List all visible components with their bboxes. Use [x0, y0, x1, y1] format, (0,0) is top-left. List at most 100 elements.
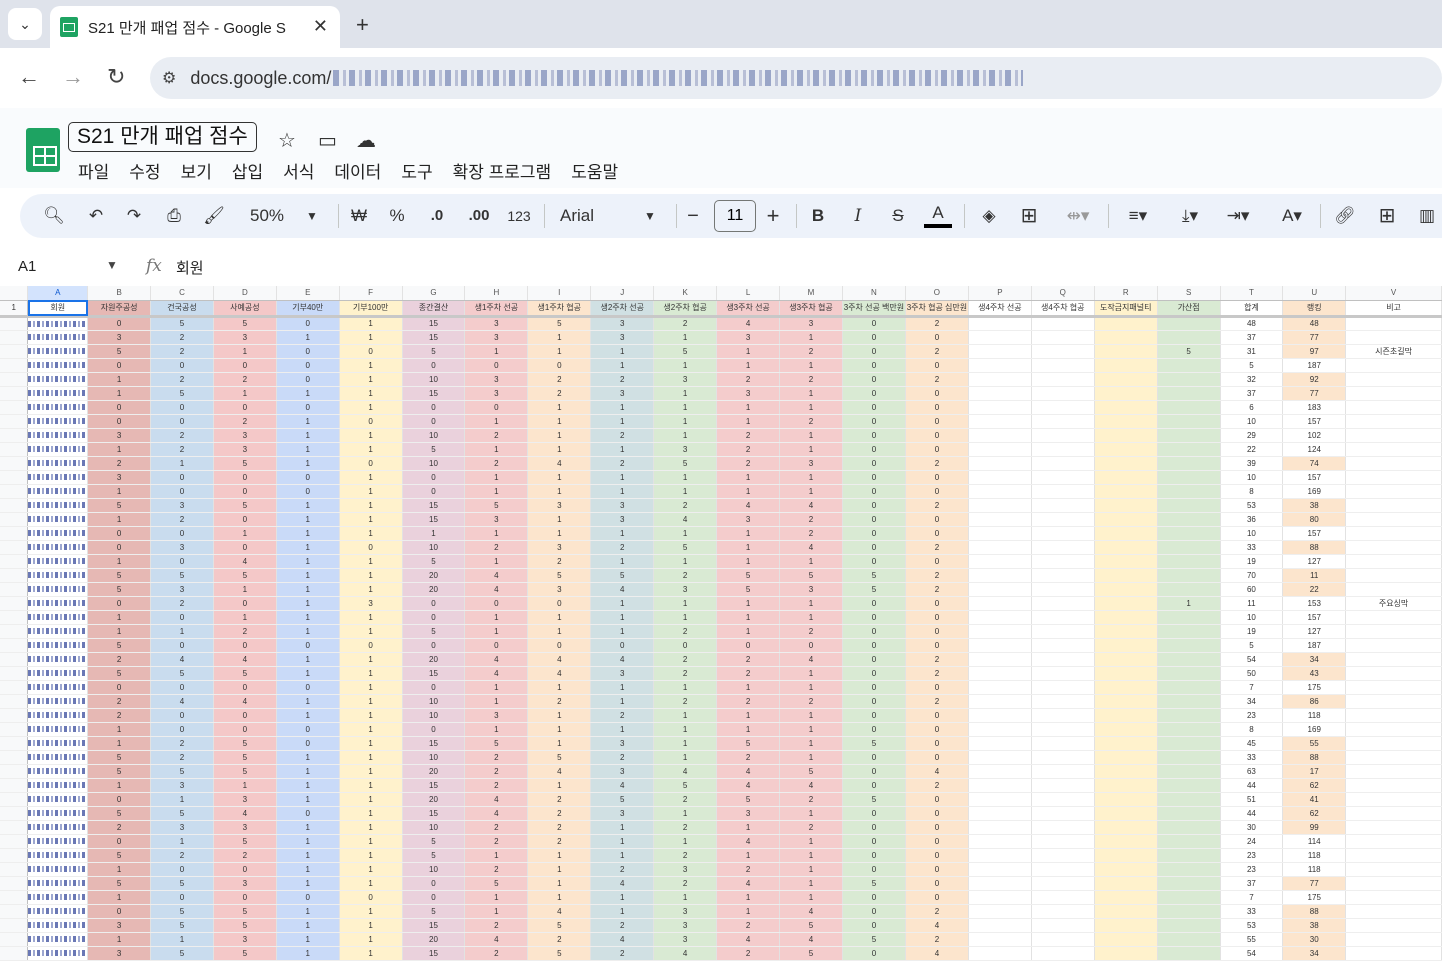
table-cell[interactable]	[1345, 386, 1442, 401]
table-cell[interactable]: 20	[402, 764, 466, 779]
table-cell[interactable]: 5	[87, 666, 152, 681]
table-cell[interactable]: 114	[1282, 834, 1347, 849]
table-cell[interactable]: 1	[653, 484, 718, 499]
table-cell[interactable]: 36	[1220, 512, 1284, 527]
table-cell[interactable]: 5	[402, 904, 466, 919]
column-header[interactable]: A	[27, 286, 89, 301]
table-cell[interactable]	[1031, 484, 1095, 499]
table-cell[interactable]: 1	[464, 624, 529, 639]
table-cell[interactable]: 15	[402, 946, 466, 961]
row-number[interactable]	[0, 428, 29, 443]
table-cell[interactable]	[968, 624, 1032, 639]
table-cell[interactable]: 0	[842, 918, 906, 933]
table-cell[interactable]: 10	[402, 862, 466, 877]
table-cell[interactable]	[968, 666, 1032, 681]
table-cell[interactable]	[968, 372, 1032, 387]
header-cell[interactable]: 생2주차 협공	[653, 300, 718, 318]
table-cell[interactable]: 1	[87, 554, 152, 569]
table-cell[interactable]	[1094, 316, 1158, 331]
table-cell[interactable]: 34	[1220, 694, 1284, 709]
table-cell[interactable]: 1	[716, 484, 781, 499]
table-cell[interactable]: 2	[150, 330, 214, 345]
row-number[interactable]	[0, 638, 29, 653]
table-cell[interactable]	[968, 554, 1032, 569]
table-cell[interactable]	[1094, 750, 1158, 765]
table-cell[interactable]: 2	[905, 582, 969, 597]
table-cell[interactable]: 3	[590, 666, 655, 681]
table-cell[interactable]	[1094, 890, 1158, 905]
member-cell-redacted[interactable]	[27, 386, 89, 401]
table-cell[interactable]: 3	[653, 372, 718, 387]
table-cell[interactable]: 0	[276, 638, 340, 653]
table-cell[interactable]: 0	[905, 484, 969, 499]
table-cell[interactable]: 0	[464, 400, 529, 415]
table-cell[interactable]	[1031, 750, 1095, 765]
table-cell[interactable]	[1345, 778, 1442, 793]
table-cell[interactable]: 1	[150, 456, 214, 471]
member-cell-redacted[interactable]	[27, 372, 89, 387]
table-cell[interactable]: 0	[842, 428, 906, 443]
table-cell[interactable]: 62	[1282, 806, 1347, 821]
table-cell[interactable]	[1345, 820, 1442, 835]
table-cell[interactable]	[1157, 386, 1221, 401]
member-cell-redacted[interactable]	[27, 652, 89, 667]
table-cell[interactable]: 5	[213, 750, 277, 765]
name-box[interactable]: A1	[18, 258, 36, 275]
table-cell[interactable]: 1	[527, 484, 592, 499]
table-cell[interactable]: 4	[779, 932, 843, 947]
table-cell[interactable]: 4	[464, 666, 529, 681]
table-cell[interactable]	[1031, 666, 1095, 681]
table-cell[interactable]: 1	[339, 680, 403, 695]
table-cell[interactable]	[1094, 582, 1158, 597]
member-cell-redacted[interactable]	[27, 414, 89, 429]
table-cell[interactable]: 0	[905, 890, 969, 905]
browser-tab[interactable]: S21 만개 패업 점수 - Google S ✕	[50, 6, 340, 48]
table-cell[interactable]	[1031, 792, 1095, 807]
member-cell-redacted[interactable]	[27, 848, 89, 863]
table-cell[interactable]: 4	[464, 806, 529, 821]
table-cell[interactable]: 5	[87, 498, 152, 513]
table-cell[interactable]	[1031, 862, 1095, 877]
table-cell[interactable]: 1	[779, 806, 843, 821]
table-cell[interactable]	[1094, 694, 1158, 709]
table-cell[interactable]: 5	[87, 764, 152, 779]
table-cell[interactable]: 2	[716, 946, 781, 961]
table-cell[interactable]: 1	[276, 582, 340, 597]
table-cell[interactable]: 0	[842, 680, 906, 695]
table-cell[interactable]: 33	[1220, 904, 1284, 919]
table-cell[interactable]	[1031, 680, 1095, 695]
table-cell[interactable]	[1157, 890, 1221, 905]
table-cell[interactable]: 1	[527, 876, 592, 891]
table-cell[interactable]: 4	[716, 778, 781, 793]
table-cell[interactable]: 2	[779, 624, 843, 639]
table-cell[interactable]: 1	[339, 862, 403, 877]
table-cell[interactable]: 1	[87, 862, 152, 877]
paint-format-icon[interactable]: 🖌︎	[200, 194, 228, 238]
table-cell[interactable]: 0	[87, 414, 152, 429]
table-cell[interactable]	[1094, 358, 1158, 373]
table-cell[interactable]: 2	[590, 946, 655, 961]
table-cell[interactable]	[1031, 512, 1095, 527]
table-cell[interactable]: 5	[87, 568, 152, 583]
table-cell[interactable]: 4	[527, 666, 592, 681]
table-cell[interactable]	[1031, 652, 1095, 667]
table-cell[interactable]	[1345, 512, 1442, 527]
member-cell-redacted[interactable]	[27, 484, 89, 499]
table-cell[interactable]: 0	[905, 386, 969, 401]
table-cell[interactable]	[1345, 834, 1442, 849]
table-cell[interactable]	[1031, 372, 1095, 387]
table-cell[interactable]: 5	[87, 582, 152, 597]
table-cell[interactable]: 10	[402, 820, 466, 835]
menu-view[interactable]: 보기	[181, 158, 212, 183]
table-cell[interactable]: 0	[905, 834, 969, 849]
table-cell[interactable]: 2	[590, 708, 655, 723]
table-cell[interactable]: 77	[1282, 386, 1347, 401]
table-cell[interactable]	[968, 400, 1032, 415]
table-cell[interactable]	[1157, 680, 1221, 695]
table-cell[interactable]: 33	[1220, 750, 1284, 765]
member-cell-redacted[interactable]	[27, 932, 89, 947]
table-cell[interactable]: 169	[1282, 722, 1347, 737]
table-cell[interactable]: 4	[716, 834, 781, 849]
table-cell[interactable]: 1	[527, 610, 592, 625]
spreadsheet-grid[interactable]: ABCDEFGHIJKLMNOPQRSTUV 1 회원 자원주공성 건국공성 사예공성 기…	[0, 286, 1442, 963]
